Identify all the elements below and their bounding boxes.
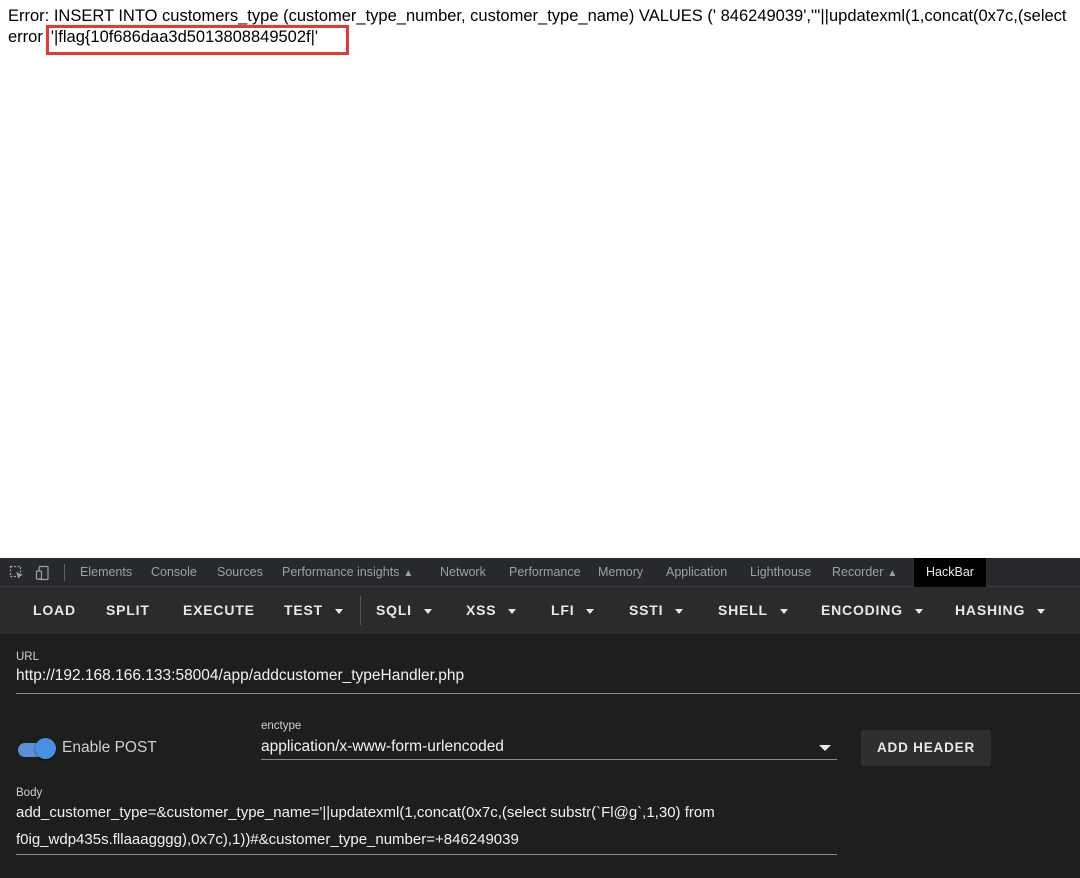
test-menu-button[interactable]: TEST [284,587,343,634]
flask-icon: ▲ [887,568,898,579]
toolbar-divider [360,596,361,625]
add-header-button[interactable]: ADD HEADER [861,730,991,766]
error-message-line-1: Error: INSERT INTO customers_type (custo… [8,7,1067,25]
chevron-down-icon [423,608,432,614]
tab-network[interactable]: Network [440,558,486,587]
body-textarea-line-2[interactable]: f0ig_wdp435s.fllaaagggg),0x7c),1))#&cust… [16,831,519,848]
ssti-label: SSTI [629,602,664,618]
flag-highlight-box [46,25,349,55]
split-button[interactable]: SPLIT [106,587,150,634]
dropdown-arrow-icon[interactable] [819,745,831,751]
tab-separator [64,564,65,581]
body-label: Body [16,787,43,799]
sqli-menu-button[interactable]: SQLI [376,587,432,634]
devtools-panel: Elements Console Sources Performance ins… [0,558,1080,878]
load-button[interactable]: LOAD [33,587,76,634]
tab-lighthouse[interactable]: Lighthouse [750,558,811,587]
enable-post-label: Enable POST [62,739,157,756]
url-input-underline [16,693,1080,694]
chevron-down-icon [1037,608,1046,614]
toggle-thumb[interactable] [35,738,56,759]
tab-memory[interactable]: Memory [598,558,643,587]
encoding-label: ENCODING [821,602,903,618]
ssti-menu-button[interactable]: SSTI [629,587,684,634]
tab-performance-insights-label: Performance insights [282,565,400,579]
web-page: Error: INSERT INTO customers_type (custo… [0,0,1080,558]
lfi-menu-button[interactable]: LFI [551,587,595,634]
enctype-underline [261,759,837,760]
device-toolbar-icon[interactable] [35,565,51,581]
tab-performance-insights[interactable]: Performance insights ▲ [282,558,413,587]
chevron-down-icon [914,608,923,614]
chevron-down-icon [675,608,684,614]
tab-sources[interactable]: Sources [217,558,263,587]
flask-icon: ▲ [403,568,414,579]
url-label: URL [16,651,40,663]
enctype-select[interactable]: application/x-www-form-urlencoded [261,738,504,756]
chevron-down-icon [586,608,595,614]
encoding-menu-button[interactable]: ENCODING [821,587,923,634]
hackbar-toolbar: LOAD SPLIT EXECUTE TEST SQLI XSS LFI SST… [0,587,1080,634]
chevron-down-icon [508,608,517,614]
tab-elements[interactable]: Elements [80,558,132,587]
tab-hackbar[interactable]: HackBar [914,558,986,587]
xss-label: XSS [466,602,497,618]
xss-menu-button[interactable]: XSS [466,587,517,634]
chevron-down-icon [779,608,788,614]
body-textarea-line-1[interactable]: add_customer_type=&customer_type_name='|… [16,804,715,821]
hackbar-panel: URL http://192.168.166.133:58004/app/add… [0,634,1080,878]
error-prefix: error [8,28,43,46]
body-textarea-underline [16,854,837,855]
chevron-down-icon [334,608,343,614]
url-input[interactable]: http://192.168.166.133:58004/app/addcust… [16,667,464,685]
tab-recorder-label: Recorder [832,565,884,579]
tab-performance[interactable]: Performance [509,558,581,587]
inspect-element-icon[interactable] [9,565,25,581]
execute-button[interactable]: EXECUTE [183,587,255,634]
hashing-label: HASHING [955,602,1026,618]
enctype-label: enctype [261,720,302,732]
hashing-menu-button[interactable]: HASHING [955,587,1046,634]
shell-label: SHELL [718,602,768,618]
lfi-label: LFI [551,602,575,618]
tab-recorder[interactable]: Recorder ▲ [832,558,897,587]
test-label: TEST [284,602,323,618]
devtools-tab-bar: Elements Console Sources Performance ins… [0,558,1080,587]
tab-application[interactable]: Application [666,558,727,587]
sqli-label: SQLI [376,602,412,618]
shell-menu-button[interactable]: SHELL [718,587,788,634]
tab-console[interactable]: Console [151,558,197,587]
